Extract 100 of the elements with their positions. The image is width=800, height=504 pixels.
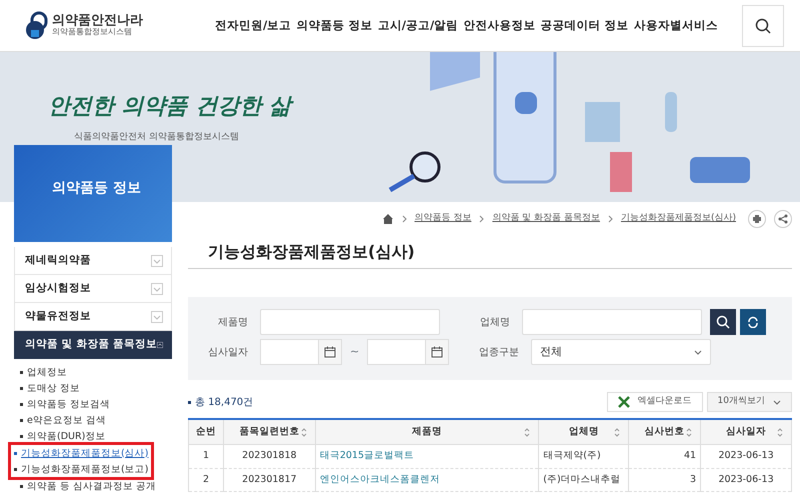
table-cell: 202301817 — [223, 468, 316, 492]
submenu-link[interactable]: 업체정보 — [27, 366, 67, 378]
field-label: 제품명 — [217, 316, 248, 330]
table-cell: 202301818 — [223, 444, 316, 468]
submenu-link[interactable]: 기능성화장품제품정보(심사) — [21, 446, 148, 460]
date-input[interactable] — [260, 339, 318, 365]
sort-icon[interactable] — [777, 428, 783, 437]
bullet-icon — [20, 434, 23, 438]
home-icon[interactable] — [382, 213, 394, 225]
table-cell: 3 — [628, 468, 701, 492]
sort-icon[interactable] — [686, 428, 692, 437]
sidebar-menu-item[interactable]: 제네릭의약품 — [14, 247, 172, 275]
search-button[interactable] — [710, 309, 736, 335]
column-header[interactable]: 심사번호 — [628, 419, 701, 445]
submenu-link[interactable]: 의약품 등 심사결과정보 공개 — [27, 480, 156, 492]
nav-link[interactable]: 의약품등 정보 — [296, 16, 372, 34]
calendar-icon — [324, 346, 336, 358]
reset-button[interactable] — [740, 309, 766, 335]
breadcrumb-link[interactable]: 의약품등 정보 — [414, 212, 472, 226]
expand-icon[interactable] — [151, 282, 163, 294]
menu-label: 제네릭의약품 — [25, 252, 91, 268]
bullet-icon — [20, 370, 23, 374]
menu-label: 의약품 및 화장품 품목정보 — [25, 336, 157, 352]
chevron-right-icon — [479, 215, 484, 223]
calendar-button[interactable] — [425, 339, 450, 365]
breadcrumb-link[interactable]: 기능성화장품제품정보(심사) — [620, 212, 736, 226]
excel-icon — [618, 396, 630, 408]
calendar-button[interactable] — [318, 339, 342, 365]
column-header: 순번 — [188, 419, 224, 445]
excel-download-button[interactable]: 엑셀다운로드 — [606, 392, 703, 412]
sort-icon[interactable] — [524, 428, 530, 437]
text-input[interactable] — [522, 309, 702, 335]
bullet-icon — [20, 418, 23, 422]
nav-link[interactable]: 사용자별서비스 — [634, 16, 718, 34]
print-button[interactable] — [748, 210, 766, 228]
bullet-icon — [20, 402, 23, 406]
sort-icon[interactable] — [614, 428, 620, 437]
chevron-down-icon — [773, 400, 781, 404]
table-cell: 2023-06-13 — [700, 444, 792, 468]
product-link[interactable]: 태극2015글로벌팩트 — [315, 444, 539, 468]
submenu-link[interactable]: 도매상 정보 — [27, 382, 80, 394]
bullet-icon — [20, 484, 23, 488]
field-label: 업체명 — [479, 316, 510, 330]
sidebar-title: 의약품등 정보 — [14, 145, 172, 242]
search-icon — [755, 18, 771, 34]
nav-link[interactable]: 전자민원/보고 — [215, 16, 292, 34]
table-cell: (주)더마스내추럴 — [538, 468, 629, 492]
table-cell: 1 — [188, 444, 224, 468]
submenu-link[interactable]: 의약품등 정보검색 — [27, 398, 110, 410]
nav-link[interactable]: 공공데이터 정보 — [540, 16, 629, 34]
table-cell: 2023-06-13 — [700, 468, 792, 492]
total-count: 총 18,470건 — [195, 396, 254, 410]
sidebar-menu-item[interactable]: 임상시험정보 — [14, 275, 172, 303]
expand-icon[interactable] — [151, 310, 163, 322]
chevron-right-icon — [402, 215, 406, 223]
submenu-link[interactable]: 의약품(DUR)정보 — [27, 430, 106, 442]
banner-subtitle: 식품의약품안전처 의약품통합정보시스템 — [74, 131, 240, 144]
date-separator: ~ — [350, 344, 360, 360]
date-input[interactable] — [367, 339, 426, 365]
logo-title[interactable]: 의약품안전나라 — [52, 14, 143, 28]
sidebar-menu-item[interactable]: 약물유전정보 — [14, 303, 172, 331]
type-select[interactable]: 전체 — [531, 339, 712, 365]
share-icon — [778, 214, 788, 224]
logo-icon[interactable] — [24, 10, 48, 40]
submenu-link[interactable]: e약은요정보 검색 — [27, 414, 106, 426]
search-icon — [716, 315, 730, 329]
field-label: 업종구분 — [478, 346, 520, 360]
menu-label: 임상시험정보 — [25, 280, 91, 296]
bullet-icon — [14, 452, 17, 454]
column-header[interactable]: 심사일자 — [700, 419, 792, 445]
column-header[interactable]: 제품명 — [315, 419, 539, 445]
search-button[interactable] — [742, 4, 784, 46]
sort-icon[interactable] — [300, 428, 307, 437]
sidebar-menu-item[interactable]: 의약품 및 화장품 품목정보 — [14, 331, 172, 359]
text-input[interactable] — [260, 309, 440, 335]
product-link[interactable]: 엔인어스아크네스폼클렌저 — [315, 468, 539, 492]
submenu-link[interactable]: 기능성화장품제품정보(보고) — [21, 462, 148, 476]
bullet-icon — [188, 400, 191, 404]
nav-link[interactable]: 안전사용정보 — [463, 16, 536, 34]
column-header[interactable]: 품목일련번호 — [223, 419, 316, 445]
table-cell: 41 — [628, 444, 701, 468]
chevron-down-icon — [694, 350, 702, 354]
refresh-icon — [747, 316, 759, 328]
bullet-icon — [14, 468, 17, 470]
chevron-right-icon — [608, 215, 613, 223]
page-title: 기능성화장품제품정보(심사) — [208, 241, 416, 263]
bullet-icon — [20, 386, 23, 390]
breadcrumb-link[interactable]: 의약품 및 화장품 품목정보 — [492, 212, 600, 226]
table-cell: 2 — [188, 468, 224, 492]
logo-subtitle: 의약품통합정보시스템 — [52, 28, 133, 38]
page-size-select[interactable]: 10개씩보기 — [706, 392, 792, 412]
share-button[interactable] — [774, 210, 792, 228]
select-value: 전체 — [540, 344, 562, 360]
table-cell: 태극제약(주) — [538, 444, 629, 468]
column-header[interactable]: 업체명 — [538, 419, 629, 445]
field-label: 심사일자 — [207, 346, 248, 360]
expand-icon[interactable] — [151, 254, 163, 266]
menu-label: 약물유전정보 — [25, 308, 91, 324]
nav-link[interactable]: 고시/공고/알림 — [378, 16, 458, 34]
calendar-icon — [431, 346, 444, 358]
